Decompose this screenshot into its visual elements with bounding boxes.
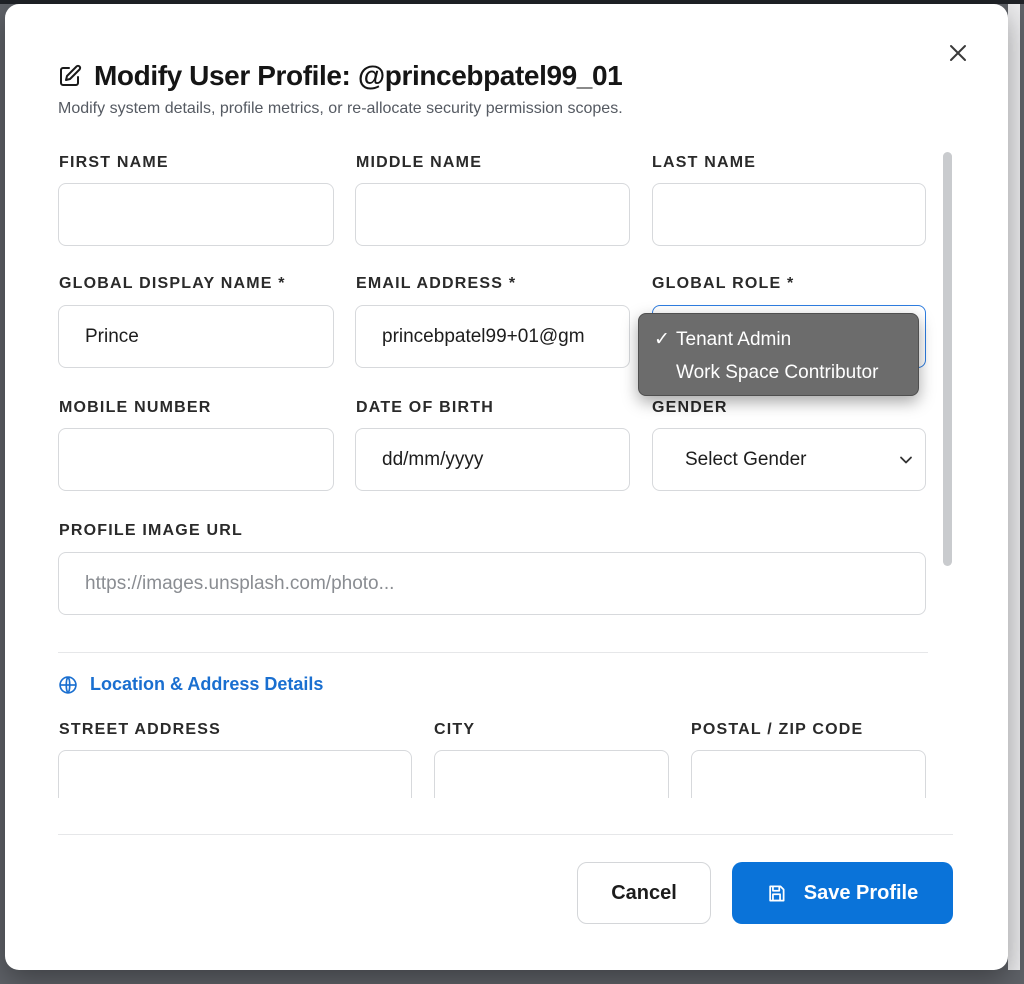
edit-icon [60, 64, 82, 86]
save-icon [769, 885, 785, 901]
gender-select[interactable]: Select Gender [652, 428, 926, 491]
role-option-tenant-admin[interactable]: ✓ Tenant Admin [639, 326, 918, 359]
postal-label: POSTAL / ZIP CODE [691, 721, 864, 738]
street-input[interactable] [58, 750, 412, 798]
street-label: STREET ADDRESS [59, 721, 222, 738]
first-name-input[interactable] [58, 183, 334, 246]
gender-value: Select Gender [685, 448, 807, 470]
display-name-label: GLOBAL DISPLAY NAME * [59, 275, 286, 292]
location-section-title: Location & Address Details [90, 674, 324, 694]
last-name-input[interactable] [652, 183, 926, 246]
footer-divider [58, 834, 953, 835]
mobile-input[interactable] [58, 428, 334, 491]
profile-image-input[interactable]: https://images.unsplash.com/photo... [58, 552, 926, 615]
save-profile-button[interactable]: Save Profile [732, 862, 953, 924]
close-icon [950, 45, 966, 61]
last-name-label: LAST NAME [652, 154, 757, 171]
check-icon: ✓ [654, 329, 670, 350]
middle-name-input[interactable] [355, 183, 630, 246]
city-label: CITY [434, 721, 476, 738]
role-option-label: Tenant Admin [676, 329, 792, 350]
middle-name-label: MIDDLE NAME [356, 154, 483, 171]
chevron-down-icon [900, 456, 912, 464]
save-profile-label: Save Profile [803, 881, 919, 904]
close-button[interactable] [943, 38, 973, 68]
global-role-label: GLOBAL ROLE * [652, 275, 795, 292]
globe-icon [59, 675, 77, 694]
cancel-button[interactable]: Cancel [577, 862, 711, 924]
email-label: EMAIL ADDRESS * [356, 275, 517, 292]
page-background-strip [1008, 4, 1020, 970]
form-scrollbar[interactable] [943, 152, 952, 797]
scrollbar-thumb[interactable] [943, 152, 952, 566]
profile-image-label: PROFILE IMAGE URL [59, 522, 243, 539]
modal-header: Modify User Profile: @princebpatel99_01 [58, 60, 623, 92]
dob-value: dd/mm/yyyy [382, 448, 484, 470]
dob-input[interactable]: dd/mm/yyyy [355, 428, 630, 491]
role-option-label: Work Space Contributor [676, 362, 879, 383]
role-option-workspace-contributor[interactable]: Work Space Contributor [639, 359, 918, 392]
role-dropdown-menu[interactable]: ✓ Tenant Admin Work Space Contributor [638, 313, 919, 396]
dob-label: DATE OF BIRTH [356, 399, 494, 416]
gender-label: GENDER [652, 399, 728, 416]
mobile-label: MOBILE NUMBER [59, 399, 212, 416]
display-name-input[interactable]: Prince [58, 305, 334, 368]
city-input[interactable] [434, 750, 669, 798]
email-input[interactable]: princebpatel99+01@gm [355, 305, 630, 368]
first-name-label: FIRST NAME [59, 154, 169, 171]
modal-title: Modify User Profile: @princebpatel99_01 [94, 60, 623, 91]
form-scroll-area[interactable]: FIRST NAME MIDDLE NAME LAST NAME GLOBAL … [58, 146, 928, 798]
modal-subtitle: Modify system details, profile metrics, … [58, 100, 623, 117]
postal-input[interactable] [691, 750, 926, 798]
section-divider [58, 652, 928, 653]
location-section-header: Location & Address Details [58, 674, 323, 695]
